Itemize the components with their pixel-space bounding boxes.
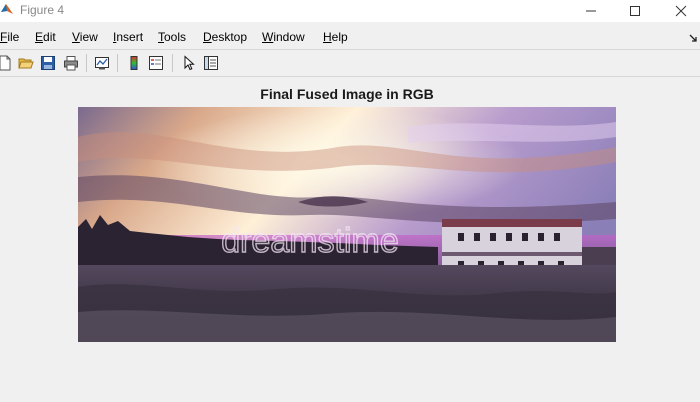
open-file-button[interactable]	[16, 53, 36, 73]
property-inspector-icon	[204, 56, 218, 70]
window-titlebar: Figure 4	[0, 0, 700, 22]
new-figure-button[interactable]	[0, 53, 15, 73]
print-icon	[64, 56, 78, 71]
close-icon	[675, 5, 687, 17]
print-button[interactable]	[61, 53, 81, 73]
toolbar-separator-line	[0, 76, 700, 77]
figure-toolbar	[0, 50, 700, 76]
new-figure-icon	[0, 55, 11, 71]
maximize-button[interactable]	[612, 0, 658, 22]
save-button[interactable]	[38, 53, 58, 73]
colorbar-button[interactable]	[124, 53, 144, 73]
axes-title: Final Fused Image in RGB	[260, 86, 434, 102]
edit-plot-button[interactable]	[179, 53, 199, 73]
fused-rgb-image: dreamstime	[78, 107, 616, 342]
menu-file[interactable]: File	[0, 30, 19, 44]
toolbar-separator	[117, 54, 118, 72]
menu-help[interactable]: Help	[323, 30, 348, 44]
toolbar-separator	[86, 54, 87, 72]
dock-figure-icon[interactable]	[689, 30, 699, 42]
menu-insert[interactable]: Insert	[113, 30, 143, 44]
toolbar-separator	[172, 54, 173, 72]
menu-view[interactable]: View	[72, 30, 98, 44]
edit-plot-icon	[184, 55, 195, 71]
legend-icon	[149, 56, 163, 70]
menu-desktop[interactable]: Desktop	[203, 30, 247, 44]
window-title: Figure 4	[20, 3, 65, 17]
link-plot-button[interactable]	[92, 53, 112, 73]
legend-button[interactable]	[146, 53, 166, 73]
matlab-app-icon	[0, 2, 14, 16]
colorbar-icon	[130, 56, 138, 70]
menu-bar: File Edit View Insert Tools Desktop Wind…	[0, 26, 700, 48]
menu-window[interactable]: Window	[262, 30, 305, 44]
close-button[interactable]	[658, 0, 700, 22]
open-file-icon	[18, 58, 34, 69]
link-plot-icon	[95, 57, 109, 70]
save-icon	[41, 56, 55, 70]
maximize-icon	[630, 6, 640, 16]
minimize-button[interactable]	[568, 0, 614, 22]
watermark-text: dreamstime	[221, 222, 399, 260]
menu-tools[interactable]: Tools	[158, 30, 186, 44]
menu-edit[interactable]: Edit	[35, 30, 56, 44]
minimize-icon	[586, 10, 596, 12]
property-inspector-button[interactable]	[201, 53, 221, 73]
